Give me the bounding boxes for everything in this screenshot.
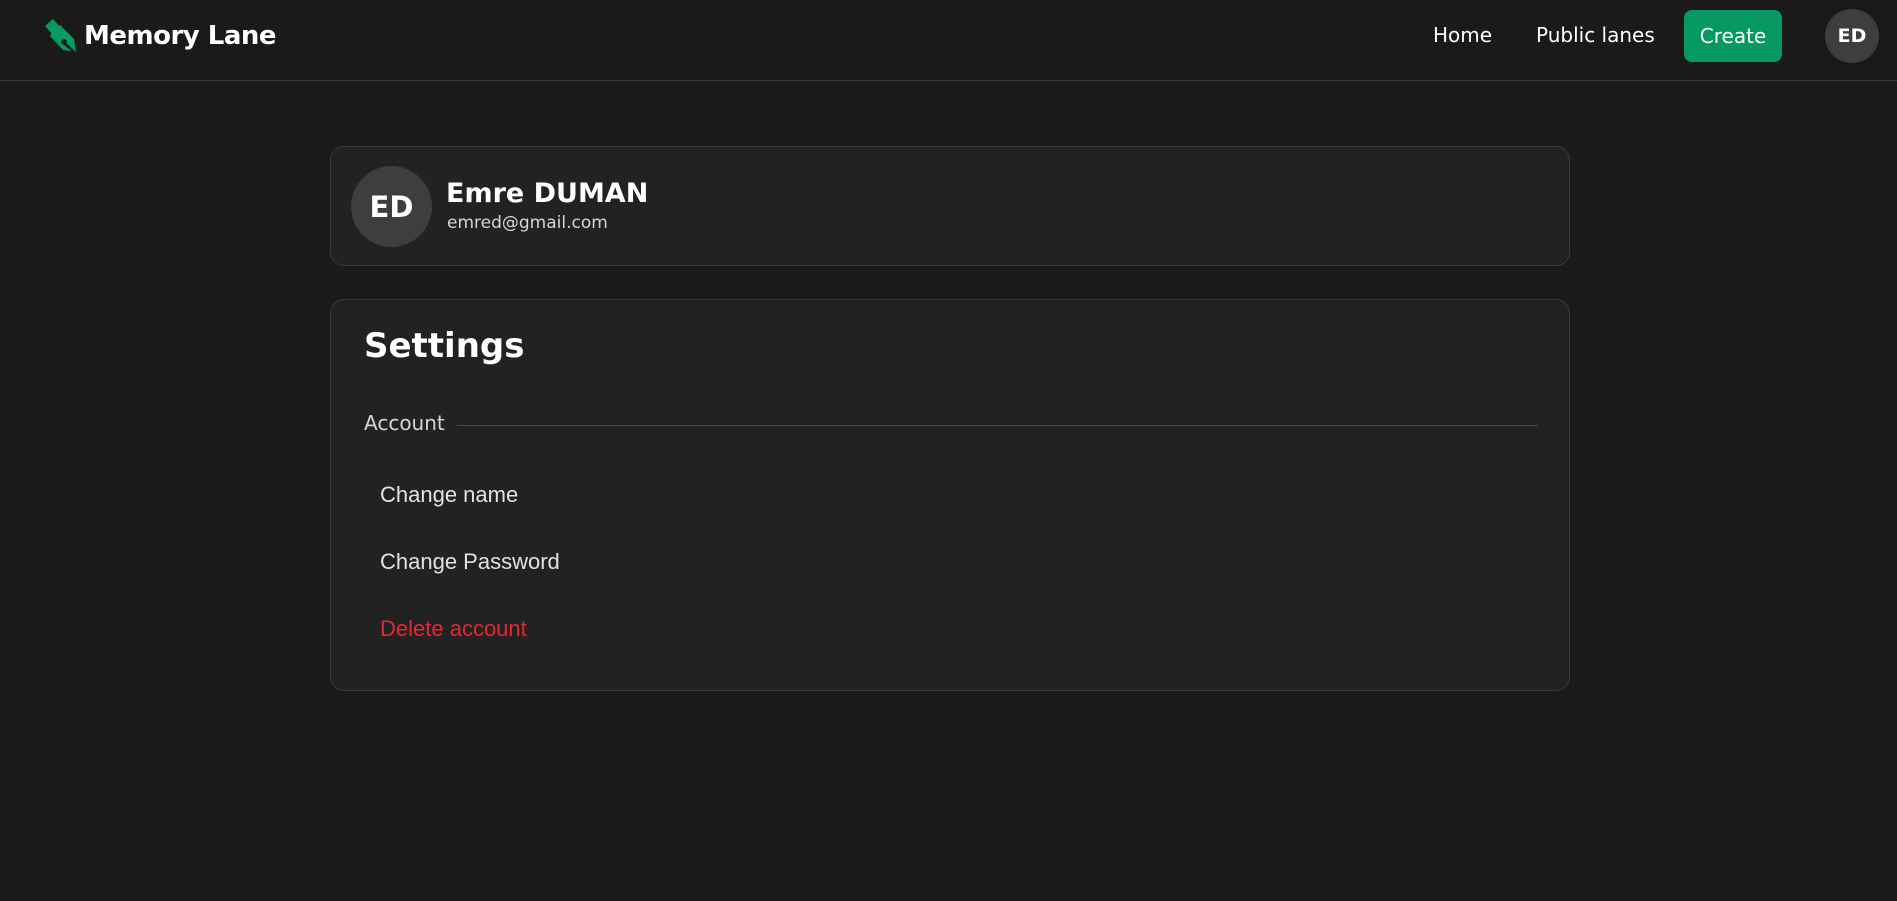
settings-title: Settings <box>364 326 525 366</box>
account-section-label: Account <box>364 411 445 435</box>
top-navbar: Memory Lane Home Public lanes Create ED <box>0 0 1897 81</box>
create-button[interactable]: Create <box>1684 10 1782 62</box>
nav-public-lanes-link[interactable]: Public lanes <box>1536 22 1655 48</box>
fountain-pen-icon <box>45 19 76 54</box>
brand-name: Memory Lane <box>84 21 277 51</box>
nav-home-link[interactable]: Home <box>1433 22 1492 48</box>
profile-name: Emre DUMAN <box>446 178 649 209</box>
section-divider <box>456 424 1538 426</box>
settings-card: Settings Account Change name Change Pass… <box>330 299 1570 691</box>
profile-email: emred@gmail.com <box>447 213 608 233</box>
user-avatar-menu[interactable]: ED <box>1825 9 1879 63</box>
account-section-header: Account <box>364 410 1538 436</box>
change-name-option[interactable]: Change name <box>380 481 518 509</box>
brand-home-link[interactable]: Memory Lane <box>42 14 277 58</box>
profile-card: ED Emre DUMAN emred@gmail.com <box>330 146 1570 266</box>
change-password-option[interactable]: Change Password <box>380 548 560 576</box>
delete-account-option[interactable]: Delete account <box>380 615 527 643</box>
profile-avatar: ED <box>351 166 432 247</box>
